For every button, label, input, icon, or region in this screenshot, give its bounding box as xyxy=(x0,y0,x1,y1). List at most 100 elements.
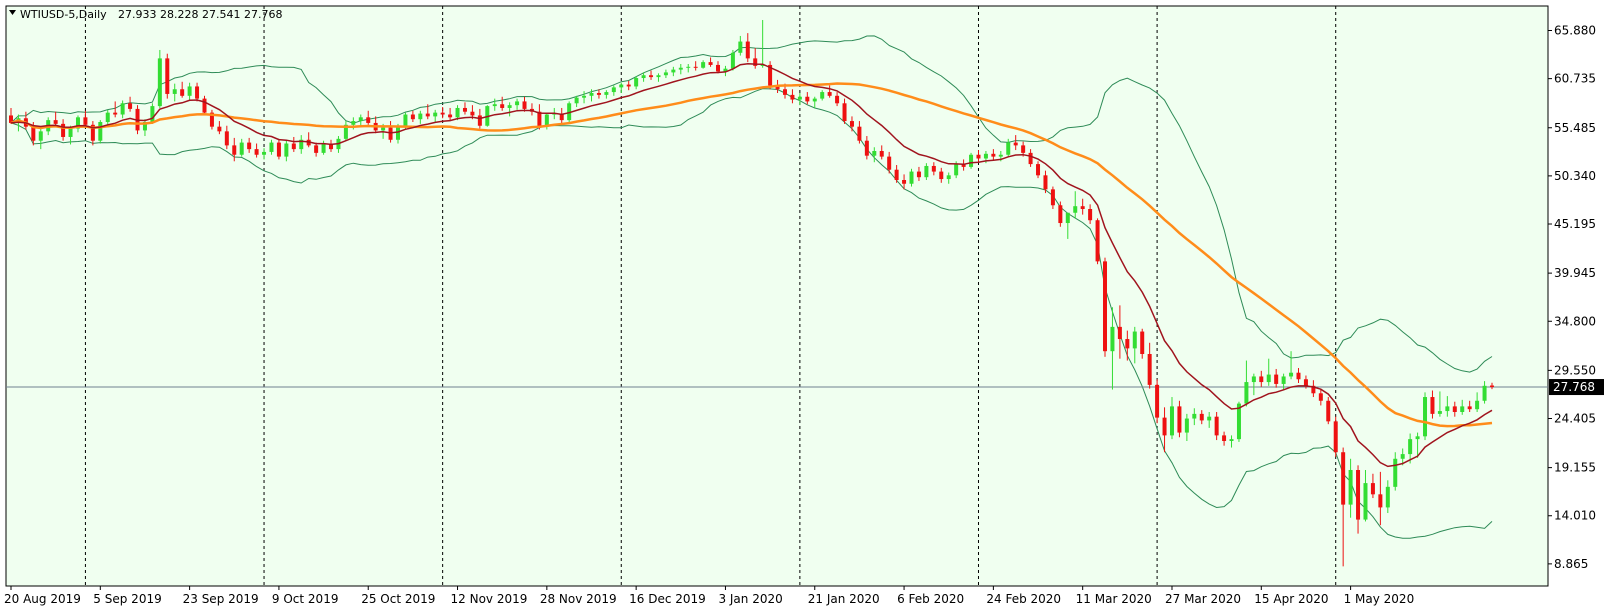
x-tick-label: 20 Aug 2019 xyxy=(4,592,81,606)
candle-body xyxy=(395,126,400,140)
candle-body xyxy=(1467,406,1472,410)
candle-body xyxy=(1430,397,1435,414)
chart-root: 65.880 60.735 55.485 50.340 45.195 39.945 34.8… xyxy=(0,0,1606,612)
candle-body xyxy=(381,127,386,131)
candle-body xyxy=(954,164,959,176)
candle-body xyxy=(1415,436,1420,440)
candle-body xyxy=(842,103,847,122)
candle-body xyxy=(686,66,691,68)
candle-body xyxy=(1408,439,1413,455)
candle-body xyxy=(388,127,393,140)
y-tick-label: 45.195 xyxy=(1554,217,1596,231)
candle-body xyxy=(1214,416,1219,436)
candle-body xyxy=(1281,376,1286,384)
candle-body xyxy=(83,117,88,125)
candle-body xyxy=(983,153,988,159)
candle-body xyxy=(418,113,423,120)
candle-body xyxy=(38,131,43,141)
candle-body xyxy=(172,89,177,94)
candle-body xyxy=(1318,393,1323,401)
candle-body xyxy=(1110,326,1115,352)
price-chart: 65.880 60.735 55.485 50.340 45.195 39.945 34.8… xyxy=(4,5,1604,606)
candle-body xyxy=(217,126,222,132)
candle-body xyxy=(105,112,110,122)
candle-body xyxy=(1065,212,1070,224)
candle-body xyxy=(1155,384,1160,418)
candle-body xyxy=(291,143,296,150)
candle-body xyxy=(1073,206,1078,213)
candle-body xyxy=(1028,152,1033,165)
candle-body xyxy=(276,142,281,157)
candle-body xyxy=(969,154,974,167)
candle-body xyxy=(1043,175,1048,190)
candle-body xyxy=(1326,400,1331,422)
candle-body xyxy=(991,153,996,157)
candle-body xyxy=(596,93,601,95)
candle-body xyxy=(1333,421,1338,453)
candle-body xyxy=(507,105,512,108)
y-tick-label: 34.800 xyxy=(1554,314,1596,328)
candle-body xyxy=(254,149,259,155)
candle-body xyxy=(1490,385,1494,388)
candle-body xyxy=(1475,400,1480,410)
candle-body xyxy=(113,112,118,115)
candle-body xyxy=(53,120,58,124)
candle-body xyxy=(745,41,750,59)
candle-body xyxy=(716,64,721,72)
candle-body xyxy=(1266,374,1271,383)
candle-body xyxy=(314,145,319,153)
y-tick-label: 29.550 xyxy=(1554,363,1596,377)
candle-body xyxy=(1184,418,1189,433)
candle-body xyxy=(1095,220,1100,262)
candle-body xyxy=(649,75,654,78)
candle-body xyxy=(589,93,594,96)
candle-body xyxy=(180,89,185,96)
candle-body xyxy=(1341,452,1346,505)
candle-body xyxy=(812,98,817,102)
x-tick-label: 1 May 2020 xyxy=(1344,592,1415,606)
candle-body xyxy=(165,58,170,94)
candle-body xyxy=(1207,416,1212,421)
candle-body xyxy=(515,101,520,106)
candle-body xyxy=(1274,374,1279,384)
candle-body xyxy=(410,114,415,120)
candle-body xyxy=(1452,406,1457,412)
candle-body xyxy=(1058,205,1063,224)
candle-body xyxy=(1021,145,1026,153)
candle-body xyxy=(1356,470,1361,520)
candle-body xyxy=(879,151,884,157)
x-tick-label: 16 Dec 2019 xyxy=(629,592,706,606)
candle-body xyxy=(1117,326,1122,340)
candle-body xyxy=(1370,483,1375,495)
candle-body xyxy=(68,128,73,137)
candle-body xyxy=(939,171,944,180)
x-tick-label: 5 Sep 2019 xyxy=(93,592,161,606)
y-tick-label: 55.485 xyxy=(1554,121,1596,135)
candle-body xyxy=(1437,411,1442,414)
candle-body xyxy=(1393,458,1398,487)
candle-body xyxy=(663,72,668,76)
candle-body xyxy=(358,117,363,122)
x-tick-label: 3 Jan 2020 xyxy=(718,592,782,606)
candle-body xyxy=(1006,142,1011,155)
candle-body xyxy=(31,126,36,141)
x-tick-label: 27 Mar 2020 xyxy=(1165,592,1241,606)
candle-body xyxy=(522,101,527,109)
candle-body xyxy=(187,86,192,96)
candle-body xyxy=(790,94,795,100)
candle-body xyxy=(641,75,646,79)
candle-body xyxy=(425,113,430,117)
candle-body xyxy=(574,97,579,104)
candle-body xyxy=(604,92,609,95)
candle-body xyxy=(693,66,698,68)
candle-body xyxy=(1103,261,1108,352)
candle-body xyxy=(1125,339,1130,349)
candle-body xyxy=(195,86,200,99)
candle-body xyxy=(433,112,438,117)
candle-body xyxy=(500,104,505,108)
candle-body xyxy=(1400,454,1405,459)
y-tick-label: 24.405 xyxy=(1554,412,1596,426)
x-tick-label: 9 Oct 2019 xyxy=(272,592,339,606)
candle-body xyxy=(1303,379,1308,386)
y-tick-label: 14.010 xyxy=(1554,509,1596,523)
